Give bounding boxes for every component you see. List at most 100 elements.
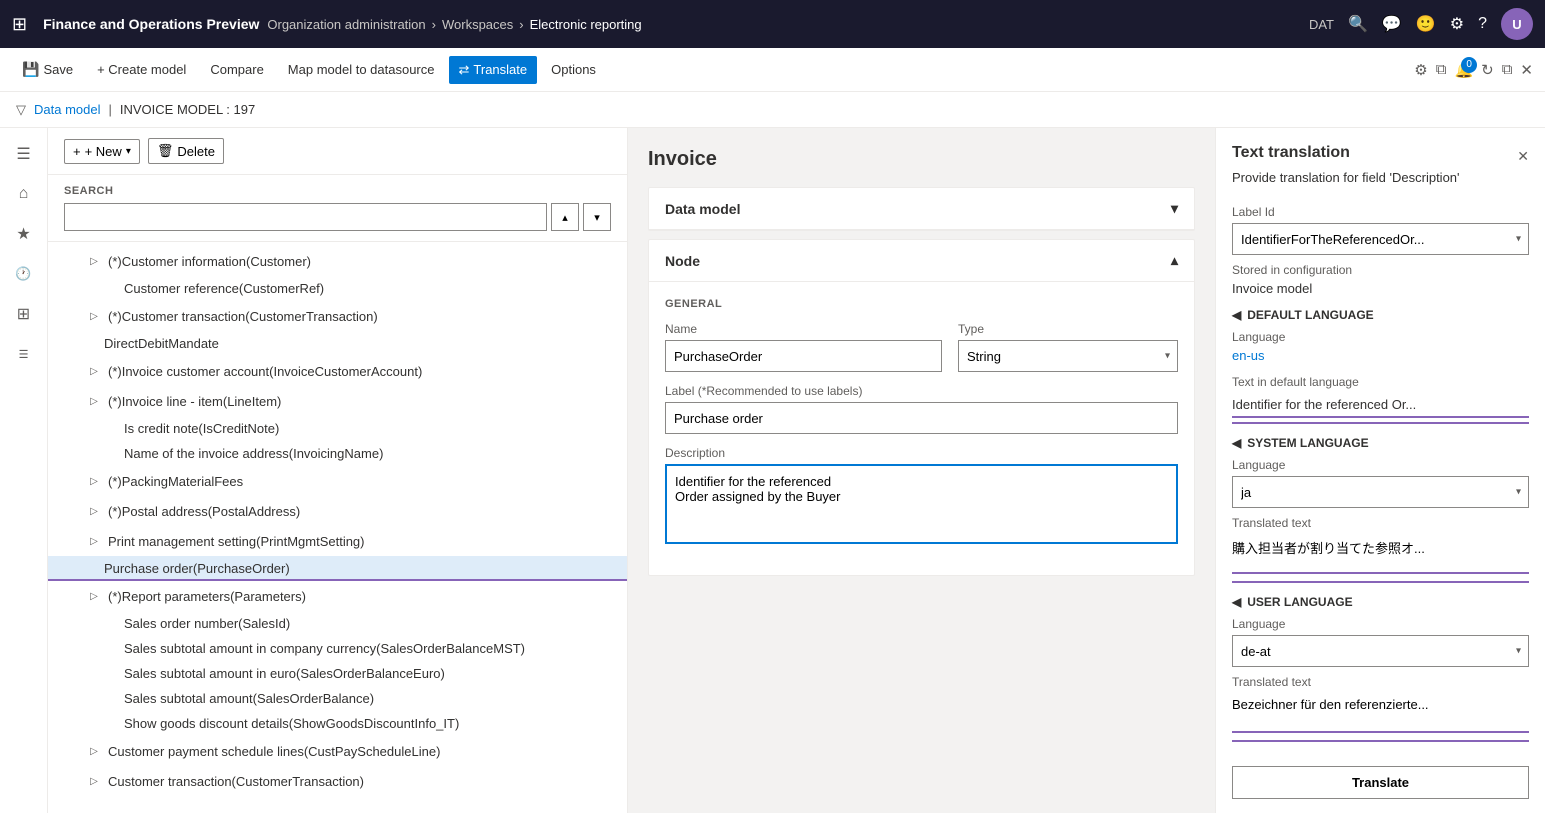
expand-icon[interactable]: ▷: [84, 741, 104, 761]
tree-item[interactable]: DirectDebitMandate: [48, 331, 627, 356]
tree-item[interactable]: ▷(*)PackingMaterialFees: [48, 466, 627, 496]
tree-item[interactable]: Customer reference(CustomerRef): [48, 276, 627, 301]
search-next-button[interactable]: ▾: [583, 203, 611, 231]
type-select[interactable]: String Integer Real Boolean: [958, 340, 1178, 372]
label-id-select[interactable]: IdentifierForTheReferencedOr...: [1232, 223, 1529, 255]
tree-item[interactable]: Name of the invoice address(InvoicingNam…: [48, 441, 627, 466]
node-body: GENERAL Name Type String Integer Real: [649, 282, 1194, 575]
detach-icon[interactable]: ⧉: [1502, 61, 1513, 78]
save-icon: 💾: [22, 61, 39, 78]
avatar[interactable]: U: [1501, 8, 1533, 40]
expand-icon[interactable]: ▷: [84, 251, 104, 271]
label-field-group: Label (*Recommended to use labels): [665, 384, 1178, 434]
system-translated-label: Translated text: [1232, 516, 1529, 530]
default-language-section-header[interactable]: ◀ DEFAULT LANGUAGE: [1232, 308, 1529, 322]
expand-icon[interactable]: ▷: [84, 306, 104, 326]
sidebar-item-list[interactable]: ☰: [6, 336, 42, 372]
expand-icon[interactable]: ▷: [84, 471, 104, 491]
text-default-input[interactable]: [1232, 393, 1529, 418]
expand-icon[interactable]: ▷: [84, 391, 104, 411]
tree-item[interactable]: ▷(*)Report parameters(Parameters): [48, 581, 627, 611]
tree-item[interactable]: Sales subtotal amount in euro(SalesOrder…: [48, 661, 627, 686]
default-lang-value[interactable]: en-us: [1232, 348, 1529, 363]
tree-item[interactable]: Sales order number(SalesId): [48, 611, 627, 636]
tree-item[interactable]: Purchase order(PurchaseOrder): [48, 556, 627, 581]
expand-icon[interactable]: ▷: [84, 501, 104, 521]
tree-item[interactable]: ▷(*)Customer information(Customer): [48, 246, 627, 276]
sidebar-item-favorites[interactable]: ★: [6, 216, 42, 252]
tree-item[interactable]: ▷(*)Invoice customer account(InvoiceCust…: [48, 356, 627, 386]
data-model-link[interactable]: Data model: [34, 102, 100, 117]
search-prev-button[interactable]: ▴: [551, 203, 579, 231]
user-lang-select[interactable]: de-at en-us ja: [1232, 635, 1529, 667]
expand-icon[interactable]: ▷: [84, 586, 104, 606]
sidebar-item-home[interactable]: ⌂: [6, 176, 42, 212]
search-icon[interactable]: 🔍: [1348, 14, 1368, 34]
cmd-icon-expand[interactable]: ⧉: [1436, 61, 1447, 78]
description-textarea[interactable]: [665, 464, 1178, 544]
user-language-section-header[interactable]: ◀ USER LANGUAGE: [1232, 595, 1529, 609]
expand-icon[interactable]: ▷: [84, 361, 104, 381]
create-model-button[interactable]: + Create model: [87, 56, 196, 83]
tree-item[interactable]: ▷Print management setting(PrintMgmtSetti…: [48, 526, 627, 556]
translate-icon: ⇄: [459, 62, 470, 78]
waffle-icon[interactable]: ⊞: [12, 14, 27, 35]
bc-org-admin[interactable]: Organization administration: [267, 17, 425, 32]
close-cmd-icon[interactable]: ✕: [1520, 61, 1533, 79]
user-translated-input[interactable]: [1232, 693, 1529, 733]
expand-icon[interactable]: ▷: [84, 771, 104, 791]
translate-button[interactable]: ⇄ Translate: [449, 56, 538, 84]
label-input[interactable]: [665, 402, 1178, 434]
save-button[interactable]: 💾 Save: [12, 55, 83, 84]
tree-item-label: (*)Postal address(PostalAddress): [108, 504, 300, 519]
refresh-icon[interactable]: ↻: [1481, 61, 1494, 79]
system-lang-select-wrap: ja en-us de-at ▾: [1232, 476, 1529, 508]
env-label: DAT: [1309, 17, 1334, 32]
map-to-datasource-button[interactable]: Map model to datasource: [278, 56, 445, 83]
bc-electronic-reporting[interactable]: Electronic reporting: [530, 17, 642, 32]
name-input[interactable]: [665, 340, 942, 372]
bc-workspaces[interactable]: Workspaces: [442, 17, 513, 32]
tree-item-label: Sales subtotal amount(SalesOrderBalance): [124, 691, 374, 706]
help-icon[interactable]: ?: [1478, 15, 1487, 33]
general-label: GENERAL: [665, 298, 1178, 310]
panel-close-icon[interactable]: ✕: [1517, 148, 1529, 165]
settings-icon[interactable]: ⚙: [1450, 14, 1464, 34]
tree-item[interactable]: Sales subtotal amount in company currenc…: [48, 636, 627, 661]
smiley-icon[interactable]: 🙂: [1416, 14, 1436, 34]
panel-title: Text translation: [1232, 144, 1460, 162]
label-id-label: Label Id: [1232, 205, 1529, 219]
tree-item[interactable]: ▷(*)Invoice line - item(LineItem): [48, 386, 627, 416]
sidebar-item-recent[interactable]: 🕐: [6, 256, 42, 292]
bc-sep-2: ›: [519, 17, 523, 32]
compare-button[interactable]: Compare: [200, 56, 273, 83]
tree-item[interactable]: ▷(*)Customer transaction(CustomerTransac…: [48, 301, 627, 331]
node-label: Node: [665, 253, 700, 269]
expand-icon[interactable]: ▷: [84, 531, 104, 551]
tree-item[interactable]: Show goods discount details(ShowGoodsDis…: [48, 711, 627, 736]
top-nav: ⊞ Finance and Operations Preview Organiz…: [0, 0, 1545, 48]
tree-item[interactable]: Is credit note(IsCreditNote): [48, 416, 627, 441]
chat-icon[interactable]: 💬: [1382, 14, 1402, 34]
node-header[interactable]: Node ▴: [649, 240, 1194, 282]
tree-item[interactable]: ▷ (*)Postal address(PostalAddress): [48, 496, 627, 526]
options-button[interactable]: Options: [541, 56, 606, 83]
new-button[interactable]: + + New ▾: [64, 139, 140, 164]
left-sidebar: ☰ ⌂ ★ 🕐 ⊞ ☰: [0, 128, 48, 813]
search-input[interactable]: [64, 203, 547, 231]
main-layout: ☰ ⌂ ★ 🕐 ⊞ ☰ + + New ▾ 🗑 Delete SEARCH ▴ …: [0, 128, 1545, 813]
translate-btn[interactable]: Translate: [1232, 766, 1529, 799]
system-lang-select[interactable]: ja en-us de-at: [1232, 476, 1529, 508]
sidebar-item-collapse[interactable]: ☰: [6, 136, 42, 172]
command-bar: 💾 Save + Create model Compare Map model …: [0, 48, 1545, 92]
tree-item[interactable]: ▷Customer transaction(CustomerTransactio…: [48, 766, 627, 796]
system-language-section-header[interactable]: ◀ SYSTEM LANGUAGE: [1232, 436, 1529, 450]
cmd-icon-personalize[interactable]: ⚙: [1414, 61, 1427, 79]
data-model-header[interactable]: Data model ▾: [649, 188, 1194, 230]
sidebar-item-workspaces[interactable]: ⊞: [6, 296, 42, 332]
tree-item[interactable]: Sales subtotal amount(SalesOrderBalance): [48, 686, 627, 711]
system-translated-input[interactable]: [1232, 534, 1529, 574]
delete-button[interactable]: 🗑 Delete: [148, 138, 224, 164]
user-translated-label: Translated text: [1232, 675, 1529, 689]
tree-item[interactable]: ▷Customer payment schedule lines(CustPay…: [48, 736, 627, 766]
